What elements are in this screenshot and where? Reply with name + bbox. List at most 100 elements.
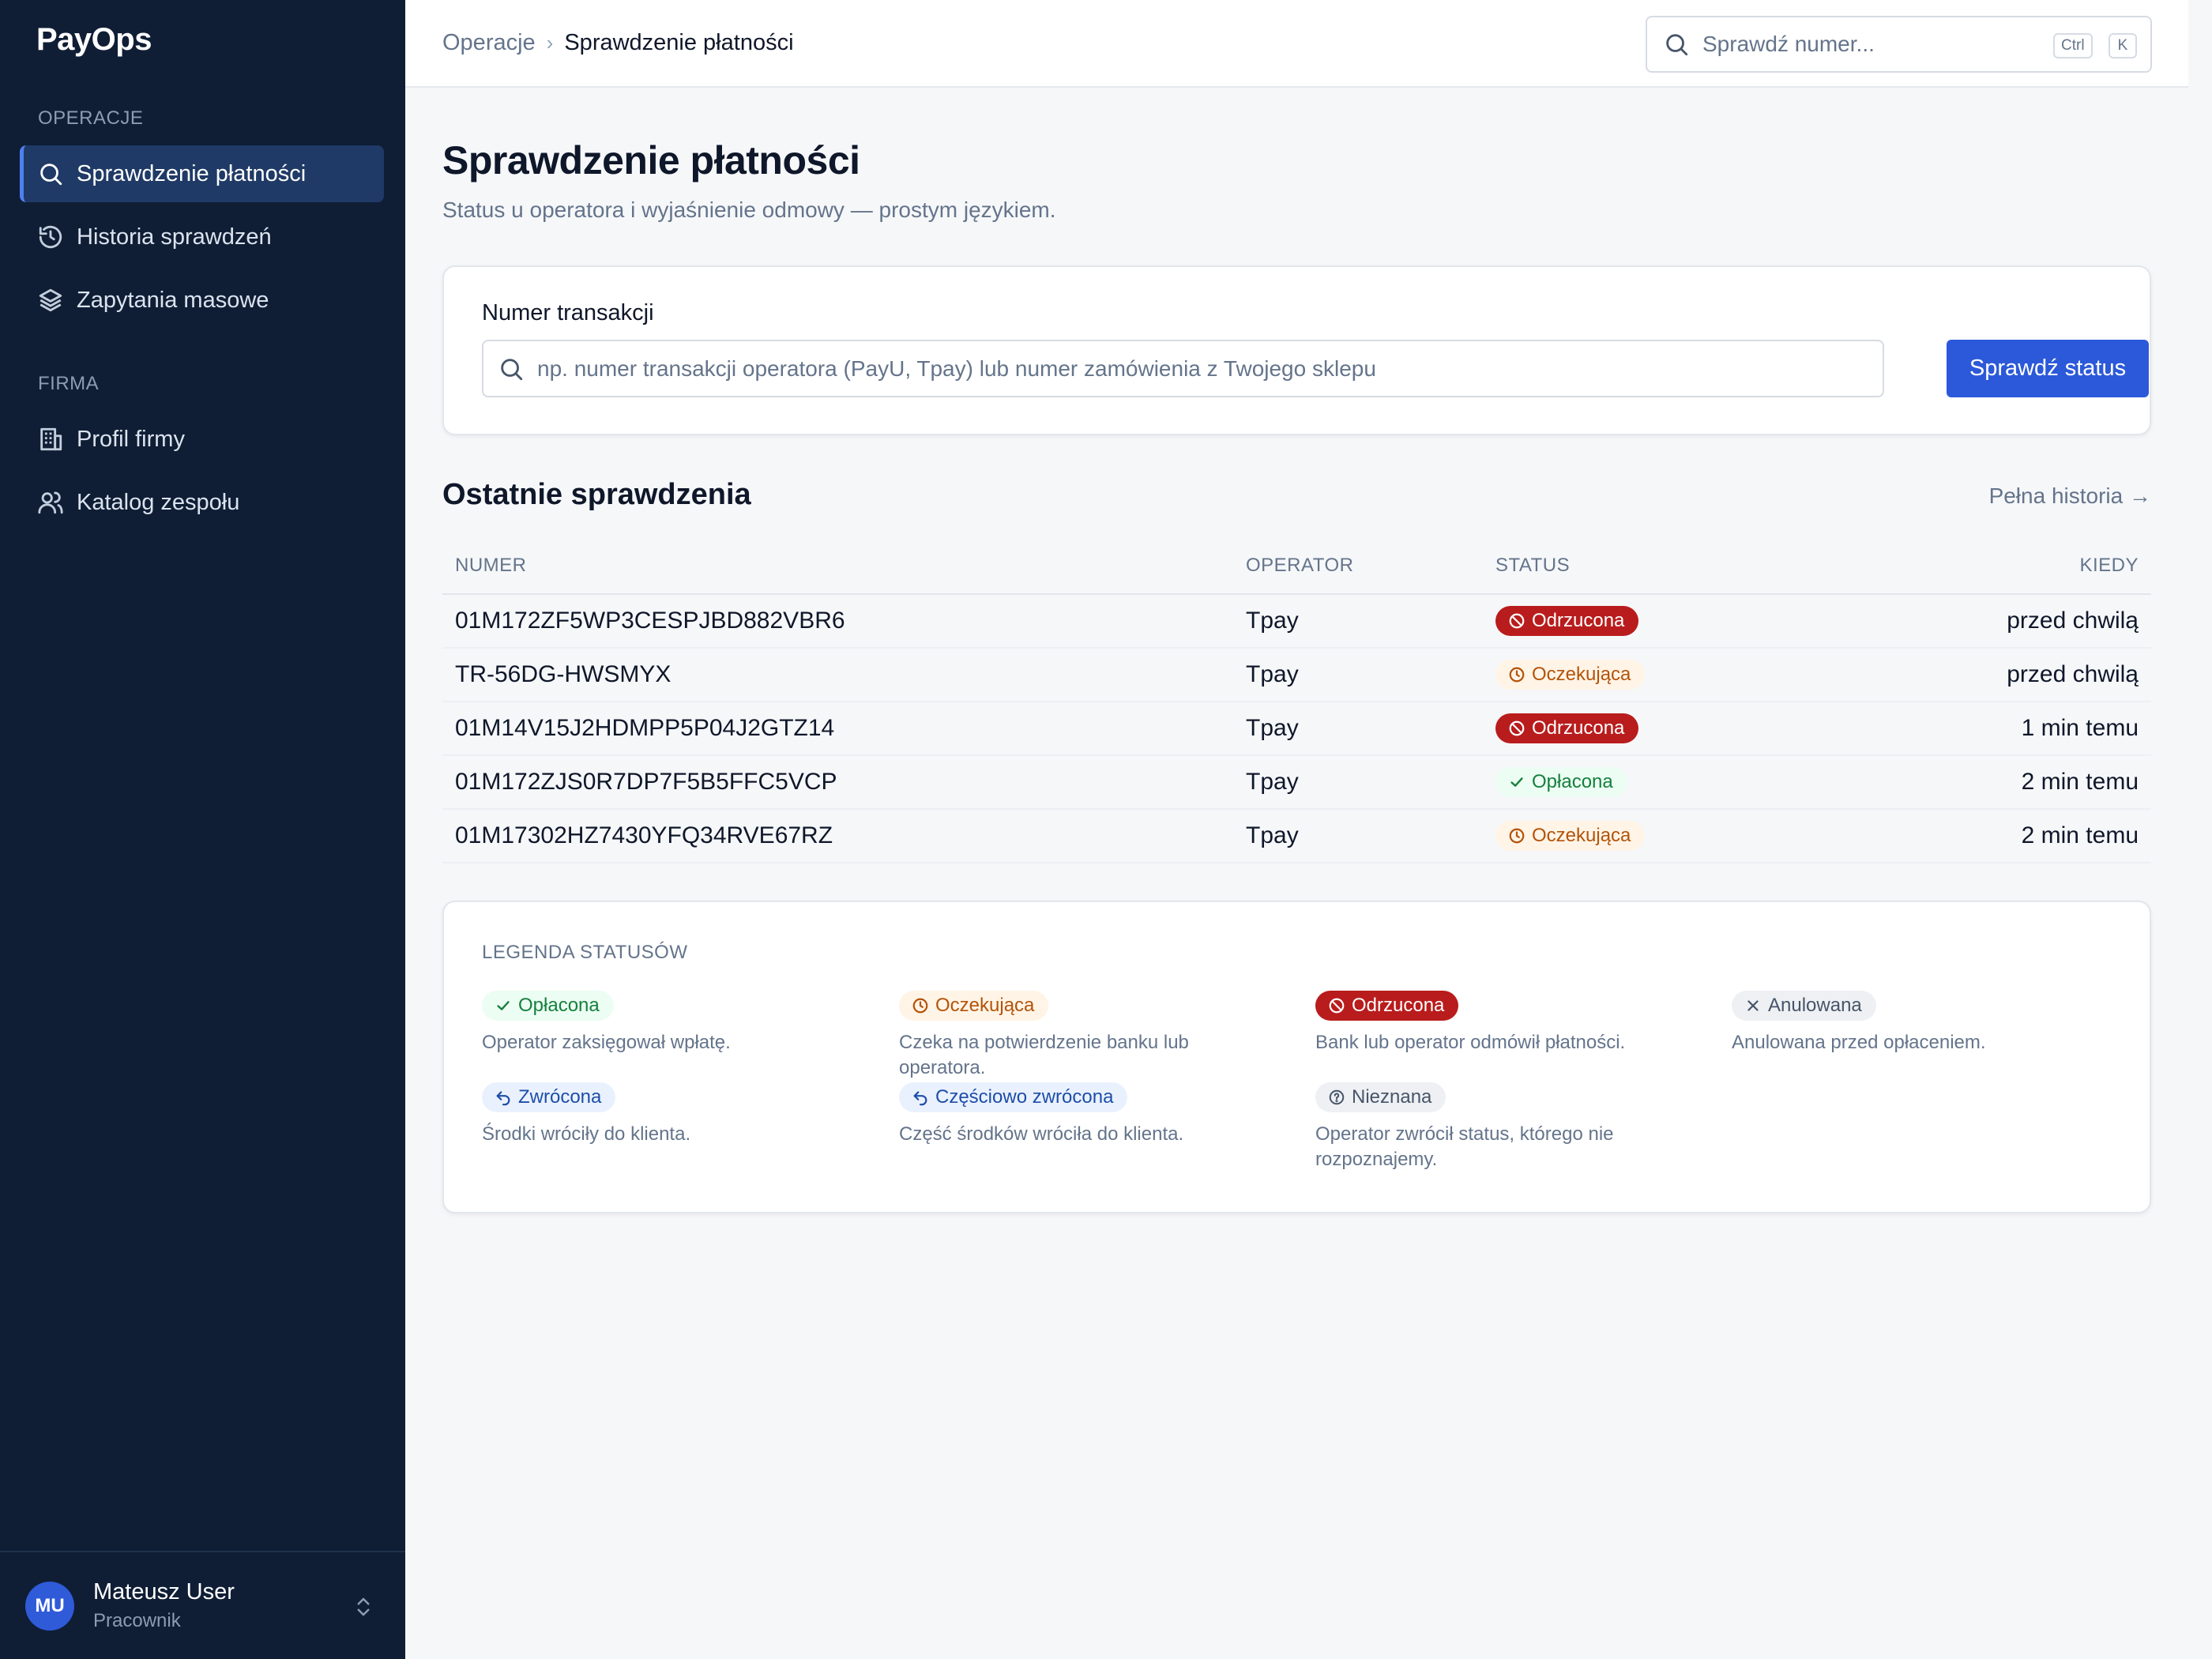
sidebar-item-company-profile[interactable]: Profil firmy: [20, 411, 384, 468]
legend-item-unknown: Nieznana Operator zwrócił status, któreg…: [1315, 1082, 1647, 1172]
ban-icon: [1329, 998, 1345, 1014]
check-icon: [497, 1001, 510, 1010]
status-label: Opłacona: [518, 995, 600, 1016]
building-icon: [37, 426, 64, 453]
global-search-input[interactable]: Sprawdź numer... Ctrl K: [1646, 16, 2152, 73]
status-label: Nieznana: [1352, 1086, 1432, 1108]
status-badge: Oczekująca: [1495, 660, 1646, 690]
full-history-link[interactable]: Pełna historia →: [1989, 483, 2151, 509]
transaction-number-placeholder: np. numer transakcji operatora (PayU, Tp…: [537, 356, 1376, 381]
status-label: Oczekująca: [1532, 825, 1631, 846]
user-menu[interactable]: MU Mateusz User Pracownik: [0, 1551, 405, 1659]
breadcrumb-current: Sprawdzenie płatności: [564, 30, 794, 55]
legend-item-pending: Oczekująca Czeka na potwierdzenie banku …: [899, 991, 1278, 1081]
shortcut-key-k: K: [2109, 33, 2137, 58]
topbar: Operacje › Sprawdzenie płatności Sprawdź…: [405, 0, 2188, 88]
sidebar-item-bulk-queries[interactable]: Zapytania masowe: [20, 272, 384, 329]
table-row[interactable]: 01M14V15J2HDMPP5P04J2GTZ14 Tpay Odrzucon…: [442, 702, 2151, 756]
transaction-number-input[interactable]: np. numer transakcji operatora (PayU, Tp…: [482, 340, 1884, 397]
app-root: PayOps OPERACJE Sprawdzenie płatności Hi…: [0, 0, 2212, 1659]
clock-icon: [1509, 667, 1525, 683]
search-icon: [498, 356, 525, 382]
column-header-when: KIEDY: [1878, 537, 2151, 595]
legend-description: Operator zwrócił status, którego nie roz…: [1315, 1123, 1614, 1170]
ban-icon: [1509, 720, 1525, 736]
operator-name: Tpay: [1233, 594, 1483, 649]
checked-when: 2 min temu: [1878, 755, 2151, 810]
shortcut-key-ctrl: Ctrl: [2053, 33, 2093, 58]
table-row[interactable]: 01M172ZF5WP3CESPJBD882VBR6 Tpay Odrzucon…: [442, 594, 2151, 649]
status-badge: Opłacona: [1495, 767, 1627, 797]
operator-name: Tpay: [1233, 702, 1483, 756]
status-label: Odrzucona: [1532, 610, 1625, 631]
app-logo[interactable]: PayOps: [36, 22, 152, 58]
chevron-up-down-icon[interactable]: [352, 1593, 375, 1620]
transaction-number: 01M172ZJS0R7DP7F5B5FFC5VCP: [442, 755, 1233, 810]
legend-description: Część środków wróciła do klienta.: [899, 1123, 1184, 1145]
avatar: MU: [25, 1581, 74, 1631]
status-badge: Nieznana: [1315, 1082, 1446, 1112]
status-legend-card: LEGENDA STATUSÓW Opłacona Operator zaksi…: [442, 901, 2151, 1213]
status-badge: Zwrócona: [482, 1082, 616, 1112]
sidebar: PayOps OPERACJE Sprawdzenie płatności Hi…: [0, 0, 405, 1659]
checked-when: przed chwilą: [1878, 594, 2151, 649]
column-header-status: STATUS: [1483, 537, 1878, 595]
user-role: Pracownik: [93, 1610, 181, 1631]
sidebar-item-payment-check[interactable]: Sprawdzenie płatności: [20, 145, 384, 202]
legend-item-paid: Opłacona Operator zaksięgował wpłatę.: [482, 991, 861, 1055]
transaction-number: 01M14V15J2HDMPP5P04J2GTZ14: [442, 702, 1233, 756]
transaction-number: TR-56DG-HWSMYX: [442, 648, 1233, 702]
sidebar-section-firma: FIRMA: [38, 373, 100, 394]
status-label: Częściowo zwrócona: [935, 1086, 1114, 1108]
recent-checks-table: NUMER OPERATOR STATUS KIEDY 01M172ZF5WP3…: [442, 537, 2151, 863]
undo-icon: [496, 1091, 510, 1106]
transaction-number-label: Numer transakcji: [482, 300, 654, 325]
column-header-operator: OPERATOR: [1233, 537, 1483, 595]
status-badge: Częściowo zwrócona: [899, 1082, 1128, 1112]
table-header-row: NUMER OPERATOR STATUS KIEDY: [442, 537, 2151, 595]
sidebar-item-label: Profil firmy: [77, 426, 185, 452]
status-badge: Oczekująca: [1495, 821, 1646, 851]
legend-description: Środki wróciły do klienta.: [482, 1123, 691, 1145]
history-icon: [37, 224, 64, 250]
legend-item-cancelled: Anulowana Anulowana przed opłaceniem.: [1732, 991, 2111, 1055]
sidebar-item-label: Sprawdzenie płatności: [77, 160, 307, 186]
recent-checks-title: Ostatnie sprawdzenia: [442, 478, 751, 511]
sidebar-item-team-directory[interactable]: Katalog zespołu: [20, 474, 384, 531]
global-search-placeholder: Sprawdź numer...: [1702, 32, 1875, 56]
legend-item-rejected: Odrzucona Bank lub operator odmówił płat…: [1315, 991, 1695, 1055]
sidebar-item-history[interactable]: Historia sprawdzeń: [20, 209, 384, 265]
users-icon: [37, 489, 64, 516]
undo-icon: [913, 1091, 927, 1106]
breadcrumb-separator: ›: [546, 31, 554, 55]
sidebar-item-label: Zapytania masowe: [77, 287, 269, 313]
breadcrumb-link-operacje[interactable]: Operacje: [442, 30, 536, 56]
ban-icon: [1509, 613, 1525, 629]
table-row[interactable]: 01M17302HZ7430YFQ34RVE67RZ Tpay Oczekują…: [442, 809, 2151, 863]
operator-name: Tpay: [1233, 755, 1483, 810]
table-row[interactable]: 01M172ZJS0R7DP7F5B5FFC5VCP Tpay Opłacona…: [442, 755, 2151, 810]
transaction-number: 01M172ZF5WP3CESPJBD882VBR6: [442, 594, 1233, 649]
status-label: Oczekująca: [1532, 664, 1631, 685]
status-label: Zwrócona: [518, 1086, 602, 1108]
legend-item-refunded: Zwrócona Środki wróciły do klienta.: [482, 1082, 861, 1147]
status-badge: Odrzucona: [1495, 713, 1639, 743]
status-badge: Odrzucona: [1315, 991, 1459, 1021]
legend-description: Czeka na potwierdzenie banku lub operato…: [899, 1032, 1189, 1078]
sidebar-section-operacje: OPERACJE: [38, 107, 144, 129]
page-subtitle: Status u operatora i wyjaśnienie odmowy …: [442, 198, 1056, 222]
checked-when: 2 min temu: [1878, 809, 2151, 863]
user-name: Mateusz User: [93, 1579, 235, 1604]
legend-description: Anulowana przed opłaceniem.: [1732, 1032, 1986, 1053]
page-title: Sprawdzenie płatności: [442, 138, 860, 182]
column-header-number: NUMER: [442, 537, 1233, 595]
check-status-button[interactable]: Sprawdź status: [1947, 340, 2149, 397]
table-row[interactable]: TR-56DG-HWSMYX Tpay Oczekująca przed chw…: [442, 648, 2151, 702]
status-label: Oczekująca: [935, 995, 1035, 1016]
search-icon: [1663, 31, 1690, 58]
transaction-lookup-card: Numer transakcji np. numer transakcji op…: [442, 265, 2151, 435]
check-icon: [1510, 777, 1523, 787]
legend-item-partially-refunded: Częściowo zwrócona Część środków wróciła…: [899, 1082, 1278, 1147]
checked-when: 1 min temu: [1878, 702, 2151, 756]
status-badge: Oczekująca: [899, 991, 1049, 1021]
